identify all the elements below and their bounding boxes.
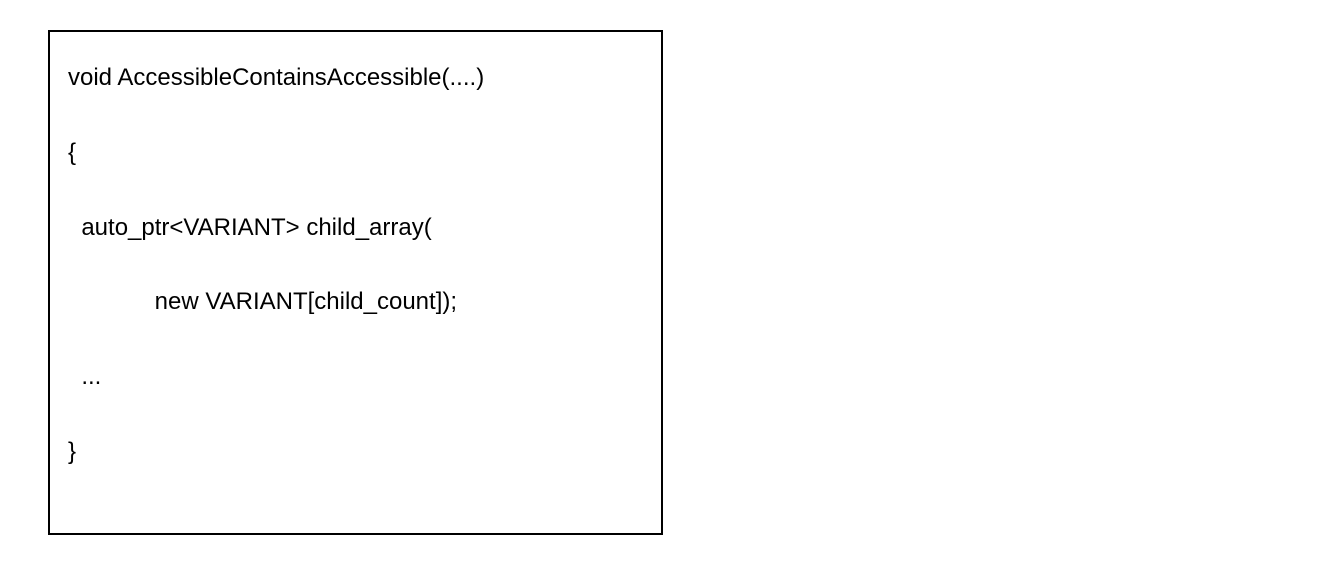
code-snippet-box: void AccessibleContainsAccessible(....) … — [48, 30, 663, 535]
code-line: } — [68, 438, 643, 467]
code-line: ... — [68, 363, 643, 392]
code-line: new VARIANT[child_count]); — [68, 288, 643, 317]
code-line: { — [68, 139, 643, 168]
code-line: auto_ptr<VARIANT> child_array( — [68, 214, 643, 243]
code-line: void AccessibleContainsAccessible(....) — [68, 64, 643, 93]
